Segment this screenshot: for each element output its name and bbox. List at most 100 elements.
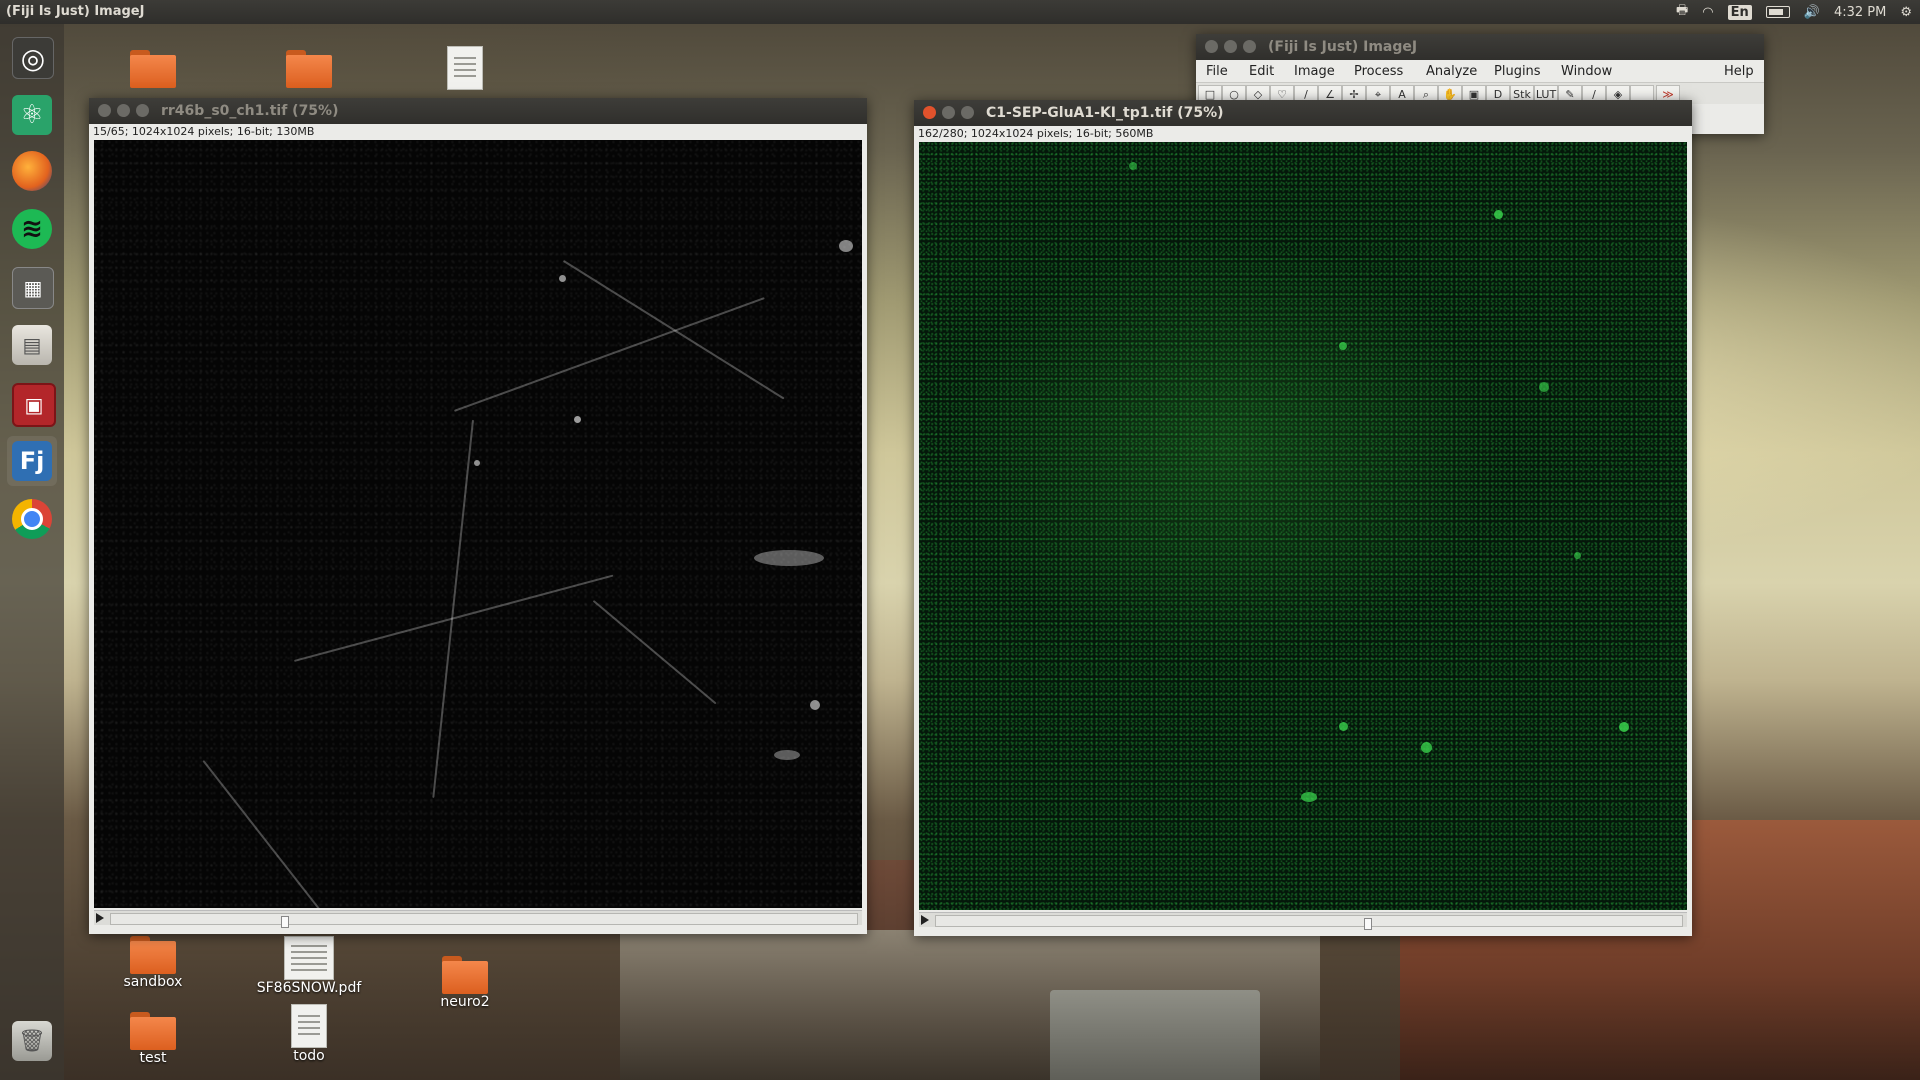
- close-icon[interactable]: [1205, 40, 1218, 53]
- folder-icon: [286, 50, 332, 88]
- keyboard-layout-indicator[interactable]: En: [1727, 4, 1752, 20]
- launcher-chrome-button[interactable]: [7, 494, 57, 544]
- bright-punctum: [559, 275, 566, 282]
- workspaces-icon: ▦: [12, 267, 54, 309]
- system-tray: 🖶 ◠ En 🔊 4:32 PM ⚙: [1676, 0, 1920, 24]
- top-panel: (Fiji Is Just) ImageJ 🖶 ◠ En 🔊 4:32 PM ⚙: [0, 0, 1920, 24]
- launcher-firefox-button[interactable]: [7, 146, 57, 196]
- gear-icon[interactable]: ⚙: [1900, 5, 1912, 20]
- dendrite-structure: [592, 600, 717, 705]
- slice-thumb[interactable]: [281, 916, 289, 928]
- bright-punctum: [754, 550, 824, 566]
- launcher: ◎ ⚛ ≋ ▦ ▤ ▣ Fj 🗑: [0, 24, 64, 1080]
- menu-process[interactable]: Process: [1354, 64, 1403, 79]
- image-info-line: 15/65; 1024x1024 pixels; 16-bit; 130MB: [93, 125, 315, 138]
- bright-punctum: [810, 700, 820, 710]
- fluorescent-punctum: [1339, 722, 1348, 731]
- window-title: (Fiji Is Just) ImageJ: [1268, 39, 1418, 55]
- volume-icon[interactable]: 🔊: [1804, 5, 1820, 20]
- spotify-icon: ≋: [12, 209, 52, 249]
- slice-scrollbar[interactable]: [919, 912, 1687, 930]
- clock[interactable]: 4:32 PM: [1834, 5, 1886, 20]
- wifi-icon[interactable]: ◠: [1702, 5, 1713, 20]
- ubuntu-logo-icon: ◎: [12, 37, 54, 79]
- printer-icon[interactable]: 🖶: [1676, 1, 1688, 23]
- fiji-main-titlebar[interactable]: (Fiji Is Just) ImageJ: [1196, 34, 1764, 60]
- fluorescent-punctum: [1539, 382, 1549, 392]
- folder-icon: [130, 936, 176, 974]
- dendrite-structure: [432, 419, 474, 798]
- chrome-center: [21, 508, 43, 530]
- maximize-icon[interactable]: [136, 104, 149, 117]
- minimize-icon[interactable]: [117, 104, 130, 117]
- minimize-icon[interactable]: [1224, 40, 1237, 53]
- maximize-icon[interactable]: [961, 106, 974, 119]
- files-icon: ▤: [12, 325, 52, 365]
- firefox-icon: [12, 151, 52, 191]
- launcher-workspaces-button[interactable]: ▦: [7, 262, 57, 312]
- desktop-icon-label: test: [139, 1050, 167, 1066]
- launcher-dash-button[interactable]: ◎: [7, 32, 57, 82]
- monitor-icon: ▣: [12, 383, 56, 427]
- launcher-atom-button[interactable]: ⚛: [7, 90, 57, 140]
- desktop-icon-label: SF86SNOW.pdf: [256, 980, 362, 996]
- maximize-icon[interactable]: [1243, 40, 1256, 53]
- desktop-document[interactable]: [410, 46, 520, 90]
- menu-window[interactable]: Window: [1561, 64, 1612, 79]
- battery-icon[interactable]: [1765, 6, 1790, 18]
- active-app-title[interactable]: (Fiji Is Just) ImageJ: [6, 4, 144, 19]
- fluorescent-punctum: [1421, 742, 1432, 753]
- fluorescent-punctum: [1339, 342, 1347, 350]
- slice-track[interactable]: [935, 915, 1683, 930]
- bright-punctum: [774, 750, 800, 760]
- document-icon: [447, 46, 483, 90]
- close-icon[interactable]: [923, 106, 936, 119]
- folder-icon: [442, 956, 488, 994]
- desktop-folder-test[interactable]: test: [98, 1012, 208, 1066]
- play-animation-icon[interactable]: [921, 915, 929, 925]
- slice-thumb[interactable]: [1364, 918, 1372, 930]
- menu-image[interactable]: Image: [1294, 64, 1335, 79]
- fluorescent-punctum: [1574, 552, 1581, 559]
- window-title: C1-SEP-GluA1-KI_tp1.tif (75%): [986, 105, 1224, 121]
- menu-help[interactable]: Help: [1724, 64, 1754, 79]
- launcher-monitor-button[interactable]: ▣: [7, 378, 57, 428]
- image-window-titlebar[interactable]: C1-SEP-GluA1-KI_tp1.tif (75%): [914, 100, 1692, 126]
- folder-icon: [130, 50, 176, 88]
- close-icon[interactable]: [98, 104, 111, 117]
- desktop-icon-label: sandbox: [123, 974, 183, 990]
- menu-analyze[interactable]: Analyze: [1426, 64, 1477, 79]
- image-window-titlebar[interactable]: rr46b_s0_ch1.tif (75%): [89, 98, 867, 124]
- launcher-files-button[interactable]: ▤: [7, 320, 57, 370]
- fluorescent-punctum: [1619, 722, 1629, 732]
- launcher-spotify-button[interactable]: ≋: [7, 204, 57, 254]
- fluorescent-punctum: [1301, 792, 1317, 802]
- menu-file[interactable]: File: [1206, 64, 1228, 79]
- image-window-rr46b: rr46b_s0_ch1.tif (75%) 15/65; 1024x1024 …: [89, 98, 867, 934]
- chrome-icon: [12, 499, 52, 539]
- fluorescent-punctum: [1129, 162, 1137, 170]
- slice-scrollbar[interactable]: [94, 910, 862, 928]
- trash-icon: 🗑: [12, 1021, 52, 1061]
- desktop-folder[interactable]: [254, 50, 364, 88]
- atom-icon: ⚛: [12, 95, 52, 135]
- desktop-file-todo[interactable]: todo: [254, 1004, 364, 1064]
- desktop-file-sf86snow-pdf[interactable]: SF86SNOW.pdf: [254, 936, 364, 996]
- image-canvas[interactable]: [94, 140, 862, 908]
- desktop-folder[interactable]: [98, 50, 208, 88]
- play-animation-icon[interactable]: [96, 913, 104, 923]
- image-canvas[interactable]: [919, 142, 1687, 910]
- fiji-icon: Fj: [12, 441, 52, 481]
- desktop-folder-sandbox[interactable]: sandbox: [98, 936, 208, 990]
- fluorescent-punctum: [1494, 210, 1503, 219]
- bright-punctum: [474, 460, 480, 466]
- folder-icon: [130, 1012, 176, 1050]
- minimize-icon[interactable]: [942, 106, 955, 119]
- menu-plugins[interactable]: Plugins: [1494, 64, 1541, 79]
- desktop-folder-neuro2[interactable]: neuro2: [410, 956, 520, 1010]
- launcher-fiji-button[interactable]: Fj: [7, 436, 57, 486]
- desktop-icon-label: todo: [293, 1048, 325, 1064]
- slice-track[interactable]: [110, 913, 858, 928]
- launcher-trash-button[interactable]: 🗑: [7, 1016, 57, 1066]
- menu-edit[interactable]: Edit: [1249, 64, 1274, 79]
